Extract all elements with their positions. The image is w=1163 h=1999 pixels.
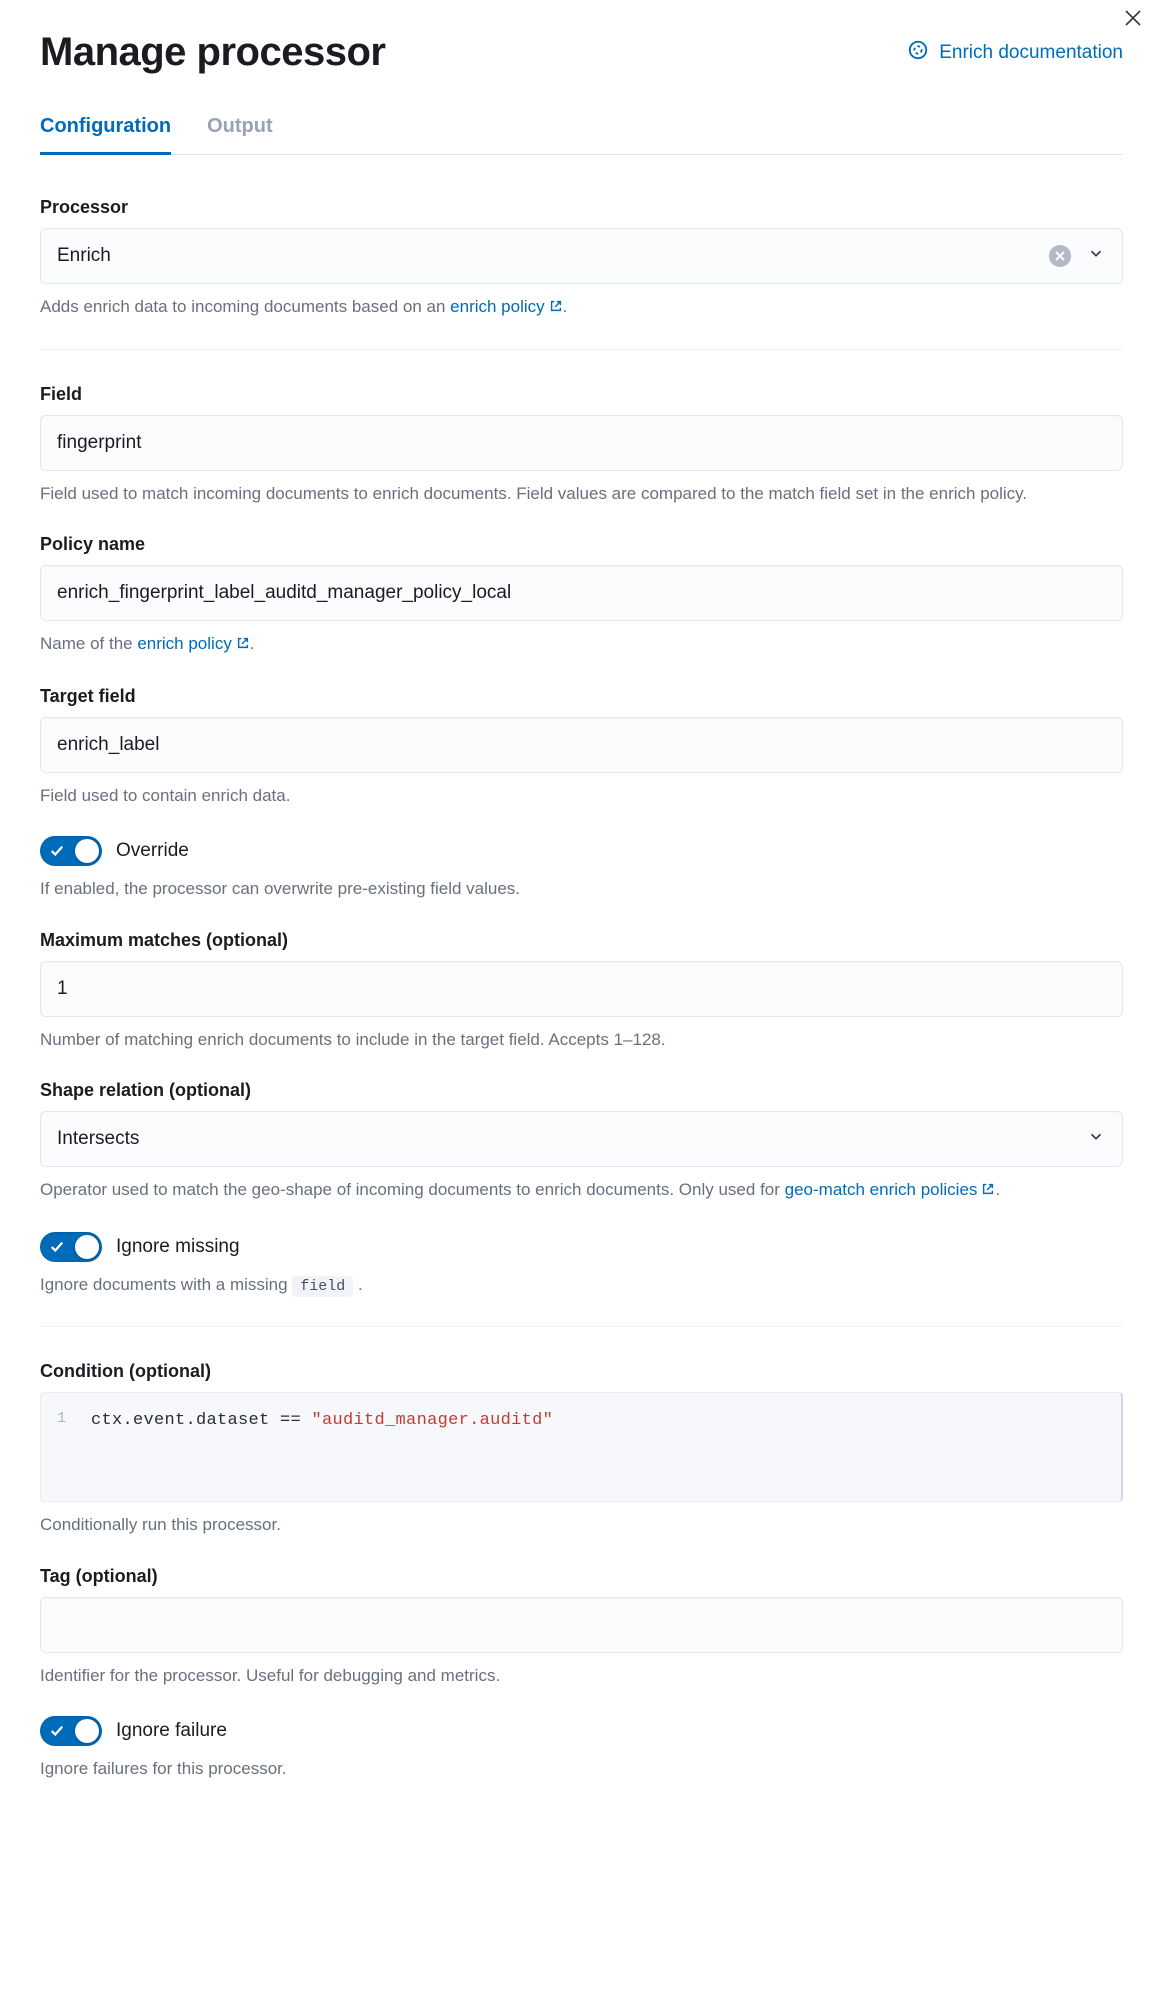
documentation-icon [907,39,929,67]
ignore-missing-label: Ignore missing [116,1236,240,1258]
tag-help: Identifier for the processor. Useful for… [40,1663,1123,1689]
enrich-policy-link-2[interactable]: enrich policy [137,634,250,653]
check-icon [50,1240,64,1254]
condition-label: Condition (optional) [40,1361,1123,1382]
ignore-missing-help: Ignore documents with a missing field . [40,1272,1123,1299]
tab-output[interactable]: Output [207,115,273,155]
condition-code-editor[interactable]: 1 ctx.event.dataset == "auditd_manager.a… [40,1392,1123,1502]
external-link-icon [549,295,563,321]
policy-name-input[interactable] [40,565,1123,621]
override-label: Override [116,840,189,862]
shape-relation-help: Operator used to match the geo-shape of … [40,1177,1123,1204]
target-field-input[interactable] [40,717,1123,773]
field-help: Field used to match incoming documents t… [40,481,1123,507]
ignore-failure-label: Ignore failure [116,1720,227,1742]
ignore-missing-toggle[interactable] [40,1232,102,1262]
check-icon [50,1724,64,1738]
code-text: ctx.event.dataset == [91,1411,312,1430]
max-matches-label: Maximum matches (optional) [40,930,1123,951]
override-help: If enabled, the processor can overwrite … [40,876,1123,902]
processor-help: Adds enrich data to incoming documents b… [40,294,1123,321]
field-input[interactable] [40,415,1123,471]
enrich-policy-link[interactable]: enrich policy [450,297,563,316]
tabs: Configuration Output [40,115,1123,155]
field-label: Field [40,384,1123,405]
target-field-label: Target field [40,686,1123,707]
documentation-link[interactable]: Enrich documentation [907,39,1123,67]
external-link-icon [236,632,250,658]
field-code-chip: field [292,1276,353,1297]
section-divider [40,1326,1123,1327]
close-button[interactable] [1121,6,1145,30]
shape-relation-select[interactable] [40,1111,1123,1167]
condition-help: Conditionally run this processor. [40,1512,1123,1538]
line-number: 1 [57,1407,66,1431]
external-link-icon [981,1178,995,1204]
page-title: Manage processor [40,30,385,75]
policy-name-label: Policy name [40,534,1123,555]
documentation-link-label: Enrich documentation [939,42,1123,64]
tag-label: Tag (optional) [40,1566,1123,1587]
override-toggle[interactable] [40,836,102,866]
target-field-help: Field used to contain enrich data. [40,783,1123,809]
clear-processor-button[interactable] [1049,245,1071,267]
check-icon [50,844,64,858]
tab-configuration[interactable]: Configuration [40,115,171,155]
processor-combobox[interactable] [40,228,1123,284]
ignore-failure-toggle[interactable] [40,1716,102,1746]
section-divider [40,349,1123,350]
geo-match-policies-link[interactable]: geo-match enrich policies [785,1180,996,1199]
shape-relation-label: Shape relation (optional) [40,1080,1123,1101]
code-string: "auditd_manager.auditd" [312,1411,554,1430]
policy-name-help: Name of the enrich policy. [40,631,1123,658]
processor-label: Processor [40,197,1123,218]
ignore-failure-help: Ignore failures for this processor. [40,1756,1123,1782]
tag-input[interactable] [40,1597,1123,1653]
max-matches-help: Number of matching enrich documents to i… [40,1027,1123,1053]
max-matches-input[interactable] [40,961,1123,1017]
